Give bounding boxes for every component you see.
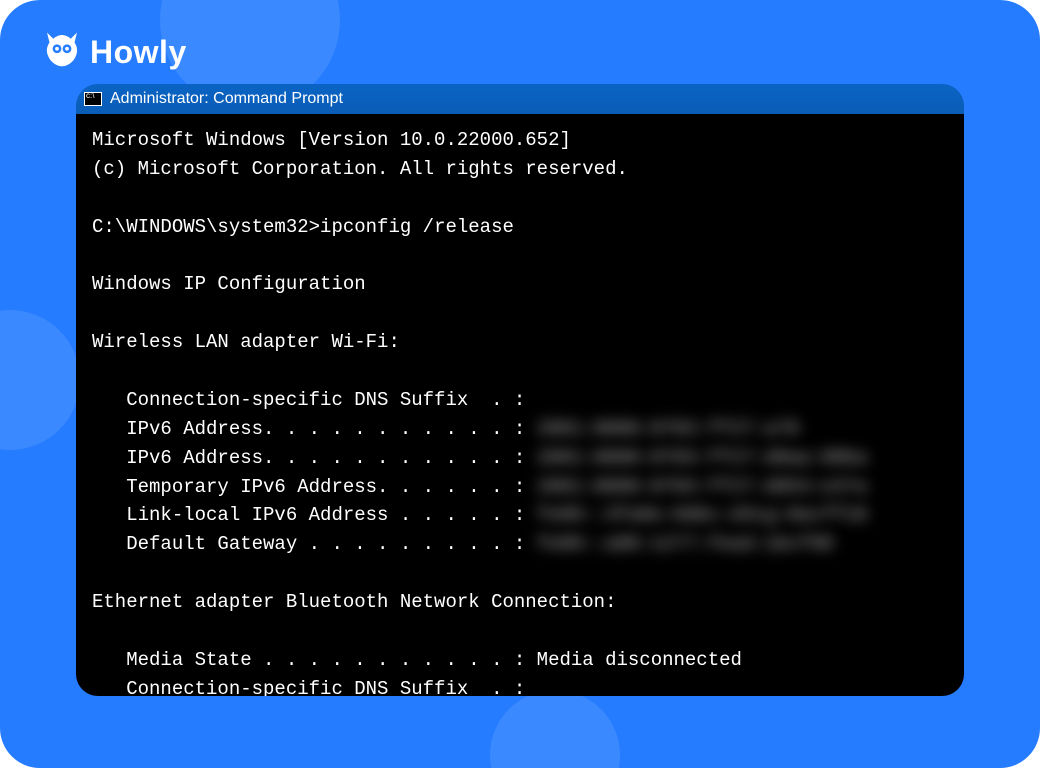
background-circle bbox=[0, 310, 80, 450]
redacted-value: 2001:0000:0703:ff27:d053:e37a bbox=[537, 473, 868, 502]
terminal-output[interactable]: Microsoft Windows [Version 10.0.22000.65… bbox=[76, 114, 964, 696]
redacted-value: fe80::3fa0e:0dbc:d3cg:0acff10 bbox=[537, 501, 868, 530]
field-line: IPv6 Address. . . . . . . . . . . : 2001… bbox=[92, 447, 867, 469]
field-label: IPv6 Address. . . . . . . . . . . : bbox=[92, 447, 525, 469]
field-label: Link-local IPv6 Address . . . . . : bbox=[92, 504, 525, 526]
banner-line: (c) Microsoft Corporation. All rights re… bbox=[92, 158, 628, 180]
cmd-icon bbox=[84, 92, 102, 106]
field-label: IPv6 Address. . . . . . . . . . . : bbox=[92, 418, 525, 440]
redacted-value: fe80::a00:1277:fead:1bcf90 bbox=[537, 530, 833, 559]
field-line: Default Gateway . . . . . . . . . : fe80… bbox=[92, 533, 833, 555]
section-heading: Windows IP Configuration bbox=[92, 273, 366, 295]
field-label: Temporary IPv6 Address. . . . . . : bbox=[92, 476, 525, 498]
prompt: C:\WINDOWS\system32> bbox=[92, 216, 320, 238]
prompt-line: C:\WINDOWS\system32>ipconfig /release bbox=[92, 216, 514, 238]
field-line: Link-local IPv6 Address . . . . . : fe80… bbox=[92, 504, 867, 526]
field-line: Temporary IPv6 Address. . . . . . : 2001… bbox=[92, 476, 867, 498]
brand-name: Howly bbox=[90, 34, 187, 71]
field-line: IPv6 Address. . . . . . . . . . . : 2001… bbox=[92, 418, 799, 440]
window-title: Administrator: Command Prompt bbox=[110, 90, 343, 108]
command: ipconfig /release bbox=[320, 216, 514, 238]
field-line: Connection-specific DNS Suffix . : bbox=[92, 389, 525, 411]
field-line: Media State . . . . . . . . . . . : Medi… bbox=[92, 649, 742, 671]
redacted-value: 2001:0000:0703:ff27:d0aa:00ba bbox=[537, 444, 868, 473]
brand-logo: Howly bbox=[42, 30, 187, 75]
card: Howly Administrator: Command Prompt Micr… bbox=[0, 0, 1040, 768]
background-circle bbox=[490, 690, 620, 768]
section-heading: Ethernet adapter Bluetooth Network Conne… bbox=[92, 591, 617, 613]
owl-icon bbox=[42, 30, 82, 75]
command-prompt-window: Administrator: Command Prompt Microsoft … bbox=[76, 84, 964, 696]
redacted-value: 2001:0000:0703:ff27:a70 bbox=[537, 415, 799, 444]
titlebar[interactable]: Administrator: Command Prompt bbox=[76, 84, 964, 114]
section-heading: Wireless LAN adapter Wi-Fi: bbox=[92, 331, 400, 353]
banner-line: Microsoft Windows [Version 10.0.22000.65… bbox=[92, 129, 571, 151]
field-line: Connection-specific DNS Suffix . : bbox=[92, 678, 525, 696]
field-label: Default Gateway . . . . . . . . . : bbox=[92, 533, 525, 555]
